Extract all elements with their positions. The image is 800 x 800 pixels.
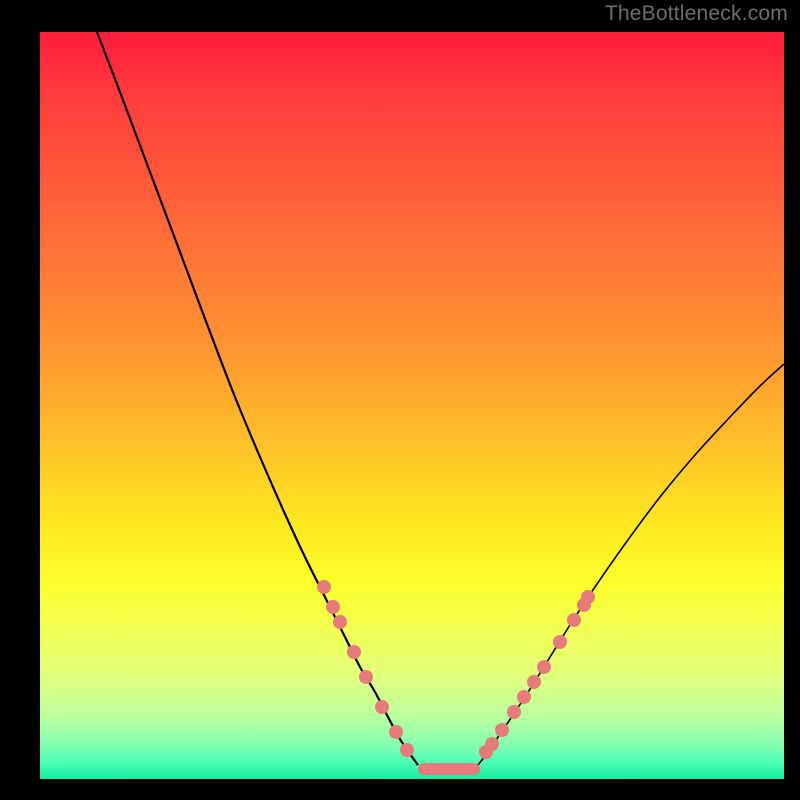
data-dot	[485, 737, 499, 751]
watermark-text: TheBottleneck.com	[605, 2, 788, 26]
bottom-bar	[418, 763, 480, 775]
data-dot	[537, 660, 551, 674]
data-dot	[389, 725, 403, 739]
data-dot	[359, 670, 373, 684]
data-dot	[326, 600, 340, 614]
chart-frame: TheBottleneck.com	[0, 0, 800, 800]
data-dot	[517, 690, 531, 704]
data-dot	[347, 645, 361, 659]
data-dot	[567, 613, 581, 627]
right-curve	[478, 364, 784, 765]
data-dot	[400, 743, 414, 757]
data-dot	[333, 615, 347, 629]
right-dots	[479, 590, 595, 759]
data-dot	[527, 675, 541, 689]
data-dot	[495, 723, 509, 737]
chart-svg	[40, 32, 784, 779]
data-dot	[507, 705, 521, 719]
data-dot	[581, 590, 595, 604]
left-dots	[317, 580, 414, 757]
plot-area	[40, 32, 784, 779]
left-curve	[97, 32, 418, 765]
data-dot	[375, 700, 389, 714]
data-dot	[553, 635, 567, 649]
data-dot	[317, 580, 331, 594]
